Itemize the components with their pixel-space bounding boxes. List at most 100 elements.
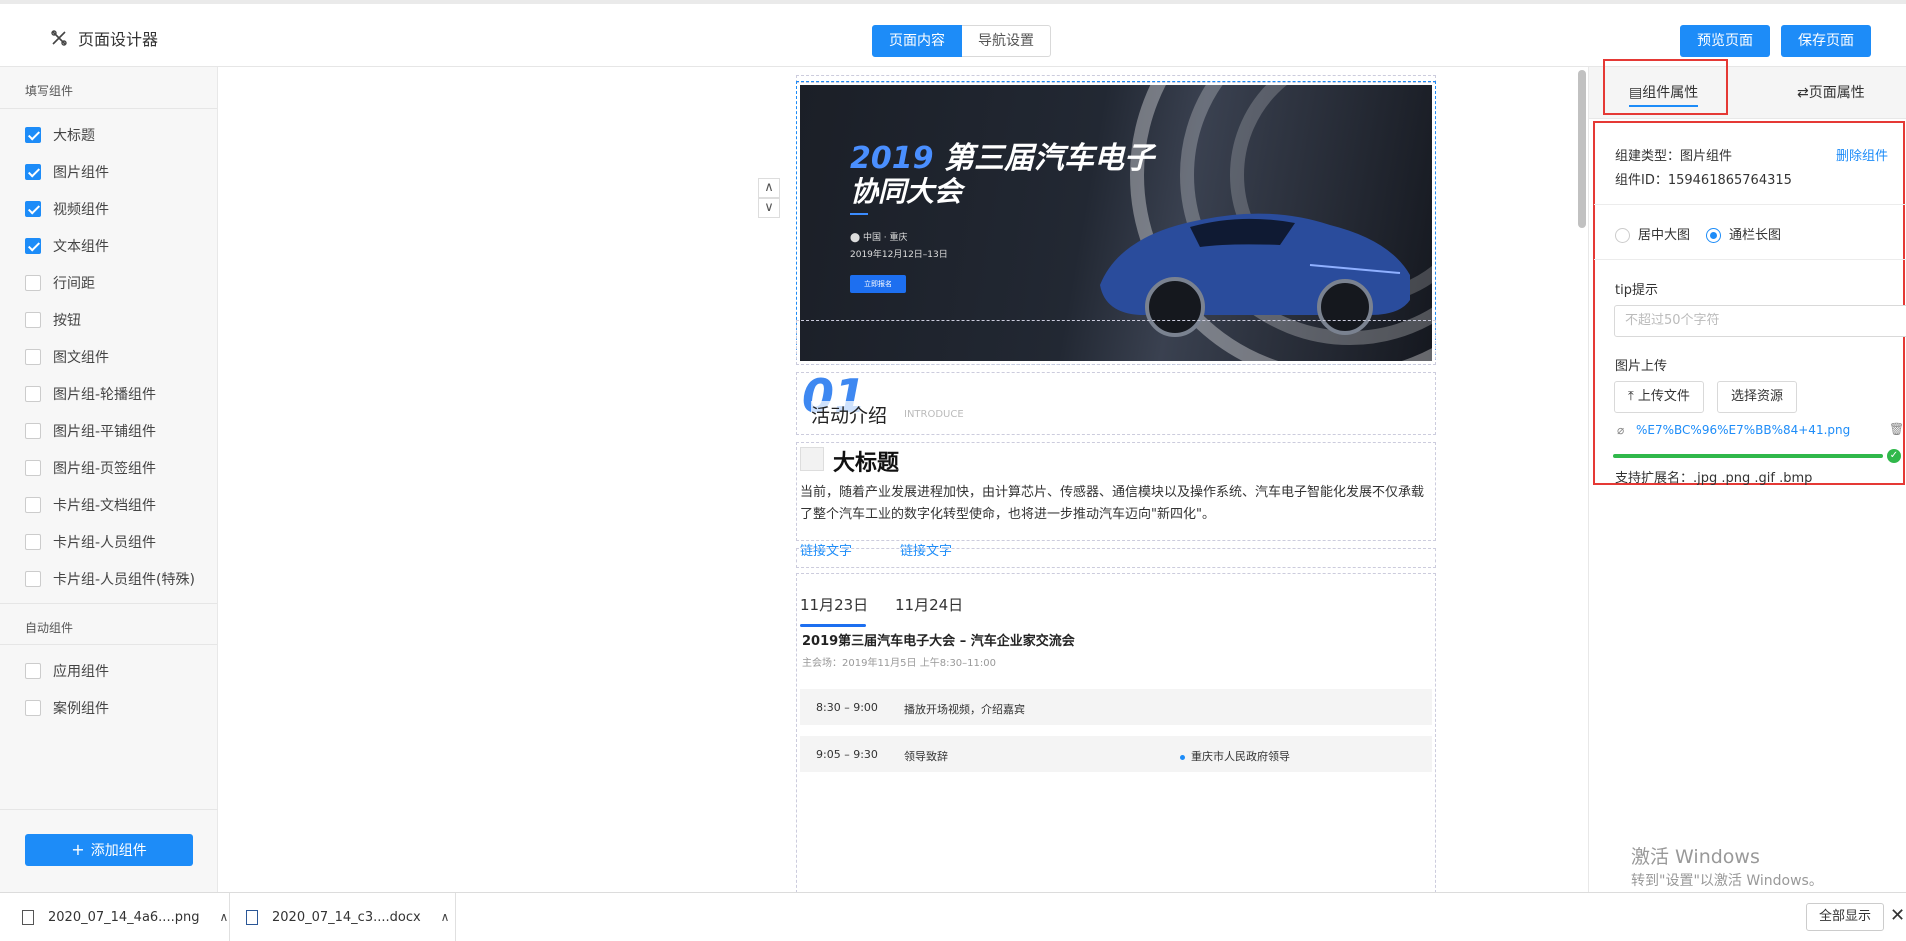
checkbox[interactable] bbox=[25, 570, 41, 587]
save-button[interactable]: 保存页面 bbox=[1781, 25, 1871, 57]
sports-car-illustration bbox=[1100, 213, 1410, 337]
show-all-button[interactable]: 全部显示 bbox=[1806, 903, 1885, 931]
banner-location: ⬤ 中国 · 重庆 bbox=[850, 230, 908, 243]
component-item[interactable]: 视频组件 bbox=[0, 190, 217, 227]
windows-watermark-sub: 转到"设置"以激活 Windows。 bbox=[1631, 873, 1823, 889]
component-type: 组建类型：图片组件 bbox=[1615, 149, 1733, 164]
tip-input[interactable]: 不超过50个字符 bbox=[1614, 305, 1906, 337]
download-item-png[interactable]: 2020_07_14_4a6....png ∧ bbox=[0, 893, 230, 941]
radio-center-image[interactable]: 居中大图 bbox=[1615, 224, 1690, 243]
component-item[interactable]: 文本组件 bbox=[0, 227, 217, 264]
uploaded-file-link[interactable]: %E7%BC%96%E7%BB%84+41.png bbox=[1636, 423, 1850, 437]
component-label: 卡片组-人员组件(特殊) bbox=[53, 571, 195, 588]
component-label: 图片组-平铺组件 bbox=[53, 423, 157, 440]
checkbox[interactable] bbox=[25, 533, 41, 550]
component-item[interactable]: 图片组-平铺组件 bbox=[0, 412, 217, 449]
top-header: 页面设计器 页面内容 导航设置 预览页面 保存页面 bbox=[0, 0, 1906, 67]
tab-page-content[interactable]: 页面内容 bbox=[872, 25, 962, 57]
checkbox[interactable] bbox=[25, 311, 41, 328]
canvas-block-spacer[interactable] bbox=[796, 548, 1436, 568]
image-placeholder bbox=[800, 447, 824, 471]
upload-file-button[interactable]: ⤒ 上传文件 bbox=[1614, 381, 1704, 413]
agenda-time: 8:30 – 9:00 bbox=[816, 701, 878, 714]
app-logo: 页面设计器 bbox=[50, 26, 158, 50]
radio-full-width-image[interactable]: 通栏长图 bbox=[1706, 224, 1781, 243]
component-id: 组件ID：159461865764315 bbox=[1615, 173, 1792, 188]
canvas-block-spacer[interactable] bbox=[796, 320, 1436, 365]
component-label: 图文组件 bbox=[53, 349, 109, 366]
agenda-time: 9:05 – 9:30 bbox=[816, 748, 878, 761]
checkbox[interactable] bbox=[25, 126, 41, 143]
trash-icon[interactable]: 🗑 bbox=[1889, 422, 1904, 436]
agenda-tab-day1[interactable]: 11月23日 bbox=[800, 594, 868, 615]
section-english: INTRODUCE bbox=[904, 409, 964, 420]
move-up-button[interactable]: ∧ bbox=[758, 178, 780, 198]
chevron-up-icon[interactable]: ∧ bbox=[441, 910, 450, 924]
divider bbox=[1594, 204, 1906, 205]
component-item[interactable]: 行间距 bbox=[0, 264, 217, 301]
component-sidebar: 填写组件 大标题 图片组件 视频组件 文本组件 行间距 按钮 图文组件 图片组-… bbox=[0, 67, 218, 892]
radio-label: 居中大图 bbox=[1638, 228, 1691, 243]
checkbox[interactable] bbox=[25, 385, 41, 402]
component-item[interactable]: 图片组-页签组件 bbox=[0, 449, 217, 486]
properties-panel: ▤组件属性 ⇄页面属性 组建类型：图片组件 删除组件 组件ID：15946186… bbox=[1588, 59, 1906, 892]
divider bbox=[1594, 259, 1906, 260]
checkbox[interactable] bbox=[25, 200, 41, 217]
agenda-component-block[interactable]: 11月23日 11月24日 2019第三届汽车电子大会 – 汽车企业家交流会 主… bbox=[796, 573, 1436, 892]
agenda-tab-day2[interactable]: 11月24日 bbox=[895, 594, 963, 615]
checkbox[interactable] bbox=[25, 459, 41, 476]
move-down-button[interactable]: ∨ bbox=[758, 198, 780, 218]
component-label: 卡片组-人员组件 bbox=[53, 534, 157, 551]
choose-resource-button[interactable]: 选择资源 bbox=[1717, 381, 1798, 413]
component-label: 图片组-页签组件 bbox=[53, 460, 157, 477]
checkbox[interactable] bbox=[25, 699, 41, 716]
component-item[interactable]: 卡片组-文档组件 bbox=[0, 486, 217, 523]
text-component-block[interactable]: 大标题 当前，随着产业发展进程加快，由计算芯片、传感器、通信模块以及操作系统、汽… bbox=[796, 442, 1436, 559]
add-component-button[interactable]: + 添加组件 bbox=[25, 834, 193, 866]
section-header-block[interactable]: 01 活动介绍 INTRODUCE bbox=[796, 372, 1436, 435]
group-title-auto: 自动组件 bbox=[0, 603, 217, 645]
checkbox[interactable] bbox=[25, 274, 41, 291]
banner-divider bbox=[850, 213, 868, 215]
tab-nav-settings[interactable]: 导航设置 bbox=[962, 25, 1051, 57]
component-item[interactable]: 卡片组-人员组件(特殊) bbox=[0, 560, 217, 597]
checkbox[interactable] bbox=[25, 163, 41, 180]
highlight-box-tab bbox=[1603, 59, 1728, 115]
download-item-docx[interactable]: 2020_07_14_c3....docx ∧ bbox=[230, 893, 456, 941]
component-item[interactable]: 卡片组-人员组件 bbox=[0, 523, 217, 560]
component-item[interactable]: 图片组-轮播组件 bbox=[0, 375, 217, 412]
radio-button[interactable] bbox=[1706, 228, 1721, 243]
checkbox[interactable] bbox=[25, 662, 41, 679]
check-icon: ✓ bbox=[1887, 449, 1901, 463]
chevron-up-icon: ∧ bbox=[764, 180, 774, 195]
attachment-icon: ⌀ bbox=[1617, 423, 1625, 437]
radio-button[interactable] bbox=[1615, 228, 1630, 243]
component-item[interactable]: 应用组件 bbox=[0, 652, 217, 689]
auto-component-list: 应用组件 案例组件 bbox=[0, 645, 217, 726]
checkbox[interactable] bbox=[25, 348, 41, 365]
tools-icon bbox=[51, 30, 67, 46]
checkbox[interactable] bbox=[25, 496, 41, 513]
component-item[interactable]: 案例组件 bbox=[0, 689, 217, 726]
upload-button-label: 上传文件 bbox=[1637, 389, 1690, 404]
design-canvas[interactable]: 2019 第三届汽车电子 协同大会 ⬤ 中国 · 重庆 2019年12月12日–… bbox=[218, 67, 1588, 892]
checkbox[interactable] bbox=[25, 422, 41, 439]
component-item[interactable]: 图片组件 bbox=[0, 153, 217, 190]
text-paragraph: 当前，随着产业发展进程加快，由计算芯片、传感器、通信模块以及操作系统、汽车电子智… bbox=[800, 485, 1425, 522]
tip-label: tip提示 bbox=[1615, 283, 1658, 298]
close-icon[interactable]: ✕ bbox=[1890, 905, 1905, 926]
component-item[interactable]: 大标题 bbox=[0, 116, 217, 153]
preview-button[interactable]: 预览页面 bbox=[1680, 25, 1770, 57]
upload-label: 图片上传 bbox=[1615, 359, 1668, 374]
banner-date: 2019年12月12日–13日 bbox=[850, 250, 948, 260]
agenda-row: 8:30 – 9:00 播放开场视频，介绍嘉宾 bbox=[800, 689, 1432, 725]
component-item[interactable]: 图文组件 bbox=[0, 338, 217, 375]
delete-component-link[interactable]: 删除组件 bbox=[1836, 145, 1888, 164]
component-item[interactable]: 按钮 bbox=[0, 301, 217, 338]
tab-page-properties[interactable]: ⇄页面属性 bbox=[1797, 79, 1865, 107]
canvas-scrollbar[interactable] bbox=[1578, 70, 1586, 228]
checkbox[interactable] bbox=[25, 237, 41, 254]
component-label: 图片组-轮播组件 bbox=[53, 386, 157, 403]
banner-signup-button: 立即报名 bbox=[850, 275, 906, 293]
chevron-up-icon[interactable]: ∧ bbox=[219, 910, 228, 924]
